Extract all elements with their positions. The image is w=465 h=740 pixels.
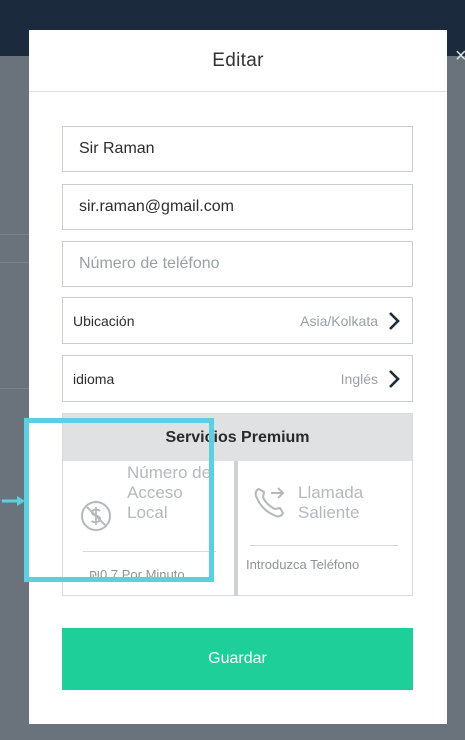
- highlight-box: [24, 418, 214, 582]
- phone-outgoing-icon: [251, 483, 289, 526]
- name-value: Sir Raman: [79, 140, 155, 157]
- language-value: Inglés: [340, 370, 378, 387]
- language-selector[interactable]: idioma Inglés: [62, 355, 413, 402]
- phone-field[interactable]: [62, 241, 413, 287]
- outgoing-call-option[interactable]: Llamada Saliente Introduzca Teléfono: [238, 461, 414, 596]
- background-divider: [0, 234, 30, 235]
- language-label: idioma: [73, 370, 115, 387]
- location-selector[interactable]: Ubicación Asia/Kolkata: [62, 297, 413, 344]
- outgoing-call-subtitle: Introduzca Teléfono: [246, 557, 360, 572]
- save-button[interactable]: Guardar: [62, 628, 413, 690]
- close-icon[interactable]: ×: [455, 46, 465, 66]
- arrow-right-icon: [0, 494, 28, 513]
- option-divider: [250, 545, 398, 546]
- name-field[interactable]: Sir Raman: [62, 126, 413, 172]
- background-divider: [0, 262, 30, 263]
- chevron-right-icon: [386, 369, 402, 389]
- email-field[interactable]: sir.raman@gmail.com: [62, 184, 413, 230]
- location-label: Ubicación: [73, 312, 135, 329]
- location-value: Asia/Kolkata: [300, 312, 378, 329]
- modal-title: Editar: [212, 49, 264, 71]
- phone-input[interactable]: [79, 255, 396, 273]
- edit-profile-modal: Editar Sir Raman sir.raman@gmail.com Ubi…: [29, 30, 447, 724]
- chevron-right-icon: [386, 311, 402, 331]
- background-divider: [0, 388, 30, 389]
- outgoing-call-title: Llamada Saliente: [298, 483, 364, 522]
- modal-header: Editar: [29, 30, 447, 92]
- email-value: sir.raman@gmail.com: [79, 198, 234, 215]
